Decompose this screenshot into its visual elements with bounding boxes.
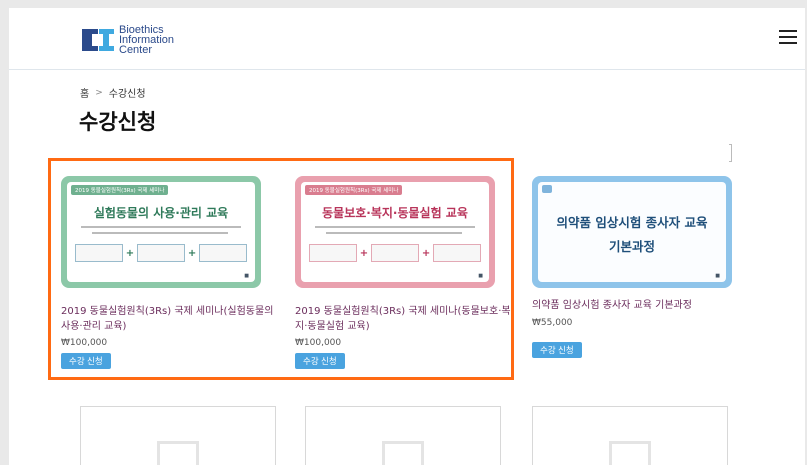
placeholder-logo-icon [609, 441, 651, 465]
bracket-marker [729, 144, 732, 162]
enroll-button[interactable]: 수강 신청 [295, 353, 345, 369]
thumb-tag: 2019 동물실험원칙(3Rs) 국제 세미나 [71, 185, 169, 195]
thumb-tag [542, 185, 552, 193]
hamburger-menu-icon[interactable] [779, 30, 797, 45]
logo-line-3: Center [119, 44, 153, 56]
course-thumbnail[interactable]: 의약품 임상시험 종사자 교육 기본과정 ■ [532, 176, 732, 288]
page-title: 수강신청 [79, 110, 157, 134]
thumb-title-line-1: 의약품 임상시험 종사자 교육 [556, 215, 708, 230]
breadcrumb: 홈 > 수강신청 [80, 85, 146, 101]
course-price: ₩55,000 [532, 318, 573, 328]
enroll-button[interactable]: 수강 신청 [61, 353, 111, 369]
thumb-boxes: + + [309, 244, 481, 262]
thumb-text-lines [315, 226, 475, 238]
placeholder-logo-icon [382, 441, 424, 465]
thumb-title-line-2: 기본과정 [608, 239, 655, 254]
breadcrumb-current: 수강신청 [108, 89, 146, 100]
course-card-placeholder[interactable] [532, 406, 728, 465]
thumb-title: 실험동물의 사용·관리 교육 [93, 206, 229, 220]
breadcrumb-home[interactable]: 홈 [80, 85, 89, 100]
thumb-logo-icon: ■ [244, 273, 249, 279]
bioethics-logo-icon [82, 29, 114, 51]
course-title[interactable]: 2019 동물실험원칙(3Rs) 국제 세미나(동물보호·복지·동물실험 교육) [295, 304, 515, 334]
thumb-text-lines [81, 226, 241, 238]
course-title[interactable]: 의약품 임상시험 종사자 교육 기본과정 [532, 298, 752, 313]
site-logo[interactable]: Bioethics Information Center [81, 22, 174, 58]
site-header: Bioethics Information Center [9, 8, 805, 70]
course-thumbnail[interactable]: 2019 동물실험원칙(3Rs) 국제 세미나 실험동물의 사용·관리 교육 +… [61, 176, 261, 288]
thumb-title: 동물보호·복지·동물실험 교육 [322, 206, 468, 220]
course-card-placeholder[interactable] [80, 406, 276, 465]
enroll-button[interactable]: 수강 신청 [532, 342, 582, 358]
thumb-tag: 2019 동물실험원칙(3Rs) 국제 세미나 [305, 185, 403, 195]
course-title[interactable]: 2019 동물실험원칙(3Rs) 국제 세미나(실험동물의 사용·관리 교육) [61, 304, 281, 334]
course-card-placeholder[interactable] [305, 406, 501, 465]
thumb-logo-icon: ■ [478, 273, 483, 279]
course-price: ₩100,000 [61, 338, 108, 348]
breadcrumb-separator: > [95, 87, 103, 98]
thumb-logo-icon: ■ [715, 273, 720, 279]
course-thumbnail[interactable]: 2019 동물실험원칙(3Rs) 국제 세미나 동물보호·복지·동물실험 교육 … [295, 176, 495, 288]
placeholder-logo-icon [157, 441, 199, 465]
course-price: ₩100,000 [295, 338, 342, 348]
logo-text: Bioethics Information Center [119, 25, 174, 56]
thumb-boxes: + + [75, 244, 247, 262]
